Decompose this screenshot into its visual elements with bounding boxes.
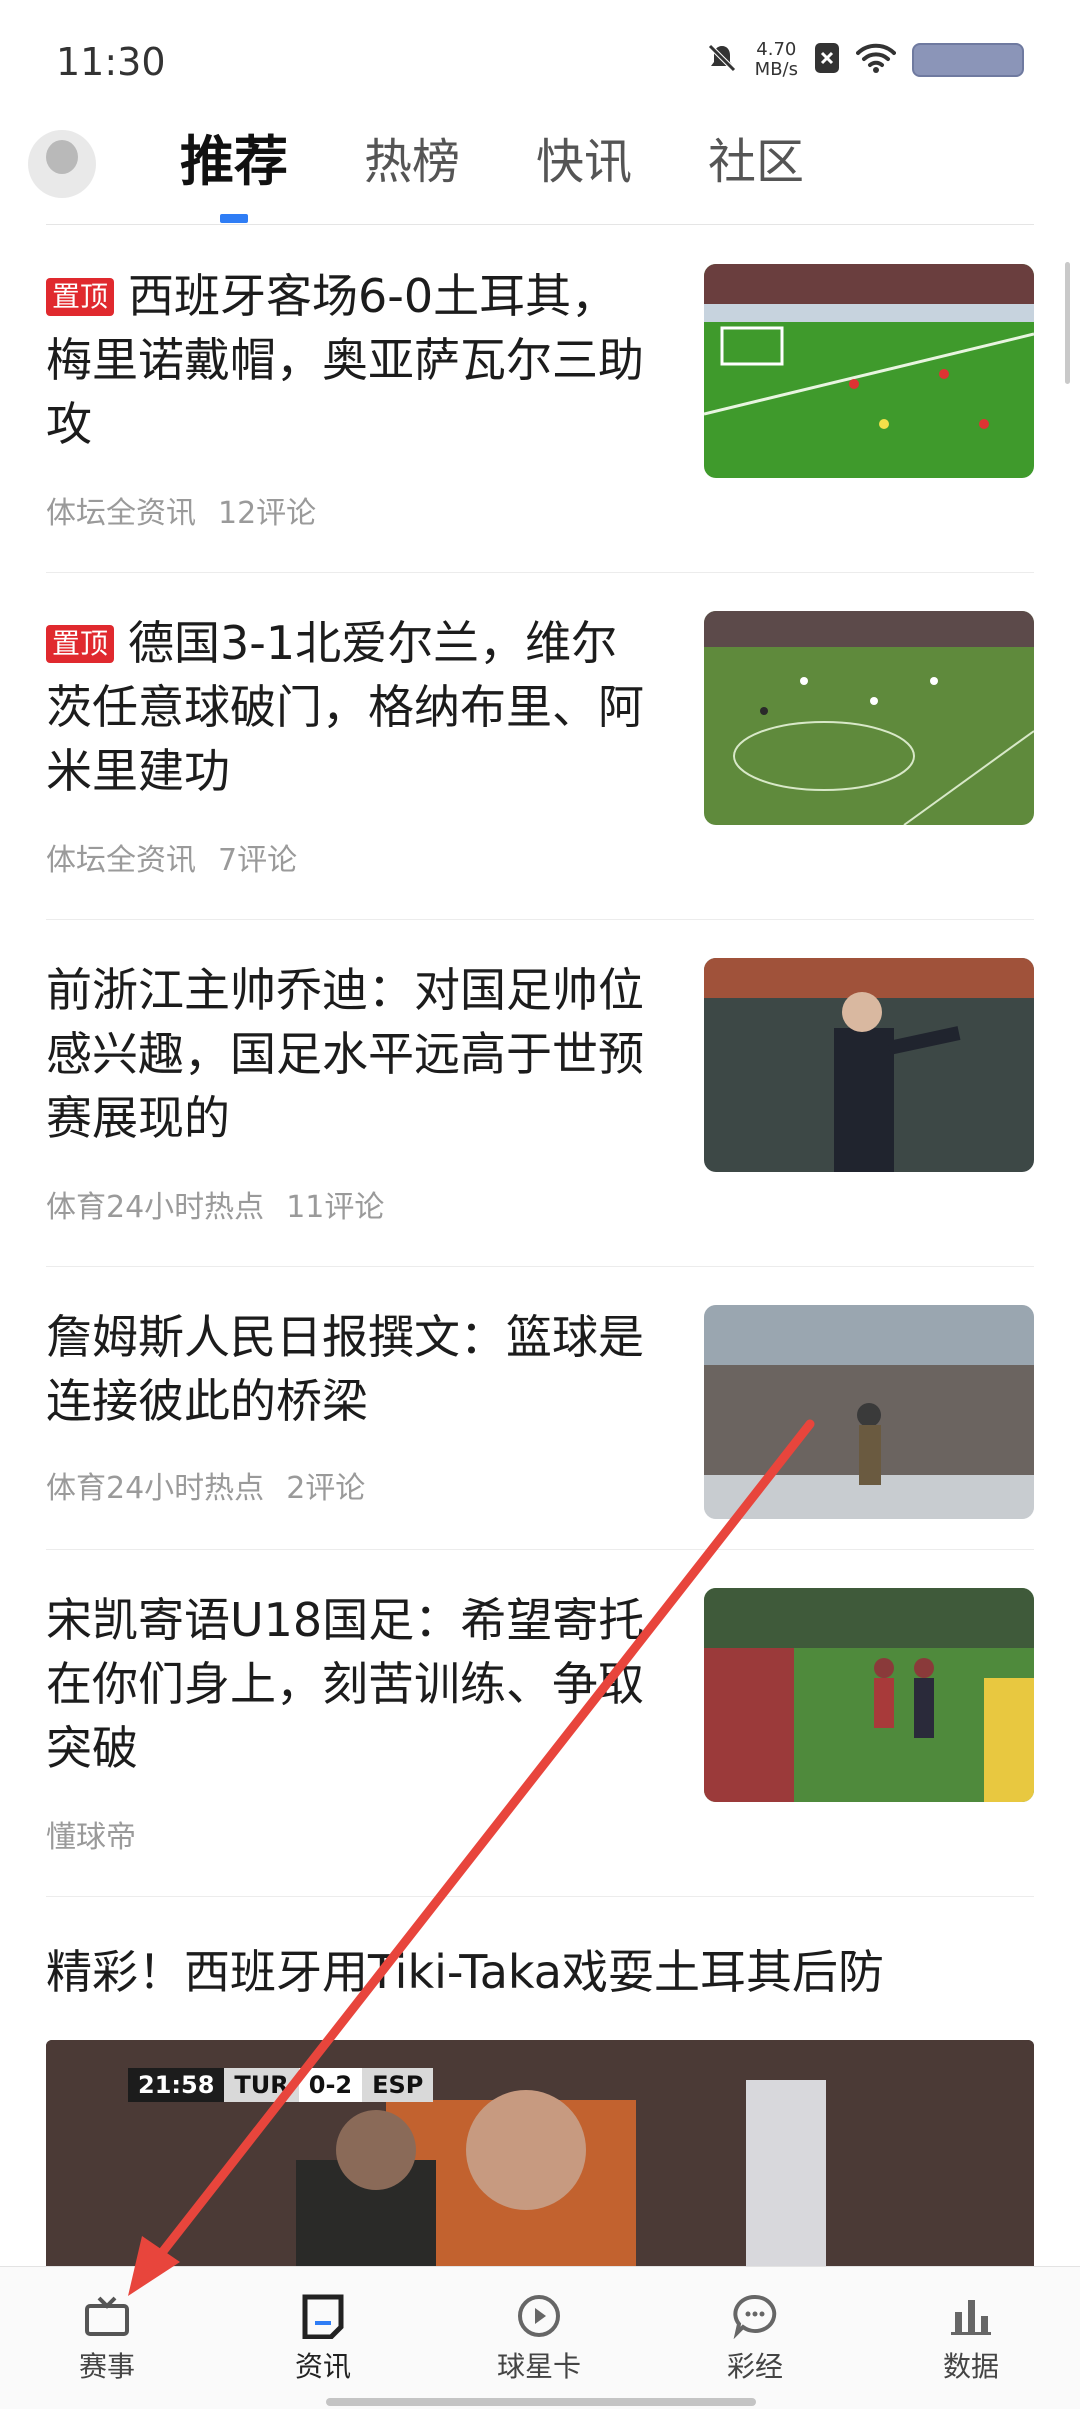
- nav-label: 资讯: [294, 2350, 351, 2383]
- status-time: 11:30: [56, 40, 166, 84]
- play-circle-icon: [474, 2291, 604, 2341]
- news-comments: 2评论: [286, 1471, 366, 1506]
- sim-disabled-icon: [814, 42, 840, 78]
- news-thumbnail: [704, 611, 1034, 825]
- news-comments: 7评论: [218, 843, 298, 878]
- news-title: 宋凯寄语U18国足：希望寄托在你们身上，刻苦训练、争取突破: [46, 1593, 645, 1775]
- nav-item-matches[interactable]: 赛事: [42, 2291, 172, 2385]
- video-player[interactable]: 21:58 TUR 0-2 ESP: [46, 2040, 1034, 2266]
- home-team: TUR: [224, 2068, 299, 2102]
- tv-icon: [42, 2291, 172, 2341]
- battery-icon: [912, 43, 1024, 77]
- nav-item-news[interactable]: 资讯: [258, 2291, 388, 2385]
- news-source: 体育24小时热点: [46, 1190, 265, 1225]
- news-thumbnail: [704, 1588, 1034, 1802]
- news-title: 詹姆斯人民日报撰文：篮球是连接彼此的桥梁: [46, 1310, 644, 1428]
- news-thumbnail: [704, 958, 1034, 1172]
- news-icon: [258, 2291, 388, 2341]
- home-indicator[interactable]: [326, 2398, 756, 2406]
- news-title: 置顶 西班牙客场6-0土耳其，梅里诺戴帽，奥亚萨瓦尔三助攻: [46, 264, 656, 456]
- wifi-icon: [856, 42, 896, 78]
- news-comments: 12评论: [218, 496, 317, 531]
- news-title: 置顶 德国3-1北爱尔兰，维尔茨任意球破门，格纳布里、阿米里建功: [46, 611, 656, 803]
- news-meta: 懂球帝: [46, 1812, 136, 1856]
- news-source: 体坛全资讯: [46, 496, 196, 531]
- nav-item-data[interactable]: 数据: [906, 2291, 1036, 2385]
- net-speed: 4.70 MB/s: [755, 40, 798, 80]
- news-item[interactable]: 宋凯寄语U18国足：希望寄托在你们身上，刻苦训练、争取突破 懂球帝: [46, 1550, 1034, 1897]
- news-feed: 置顶 西班牙客场6-0土耳其，梅里诺戴帽，奥亚萨瓦尔三助攻 体坛全资讯 12评论 置…: [0, 226, 1080, 1897]
- avatar[interactable]: [28, 130, 96, 198]
- nav-label: 球星卡: [496, 2350, 581, 2383]
- pinned-badge: 置顶: [46, 625, 115, 663]
- news-title-text: 西班牙客场6-0土耳其，梅里诺戴帽，奥亚萨瓦尔三助攻: [46, 269, 644, 451]
- match-clock: 21:58: [128, 2068, 225, 2102]
- news-source: 体坛全资讯: [46, 843, 196, 878]
- news-meta: 体育24小时热点 2评论: [46, 1463, 365, 1507]
- news-title: 前浙江主帅乔迪：对国足帅位感兴趣，国足水平远高于世预赛展现的: [46, 963, 644, 1145]
- news-thumbnail: [704, 1305, 1034, 1519]
- top-tabs: 推荐 热榜 快讯 社区: [180, 122, 804, 223]
- news-meta: 体育24小时热点 11评论: [46, 1182, 384, 1226]
- net-speed-unit: MB/s: [754, 59, 798, 80]
- news-source: 懂球帝: [46, 1820, 136, 1855]
- mute-icon: [705, 41, 739, 79]
- video-title[interactable]: 精彩！西班牙用Tiki-Taka戏耍土耳其后防: [46, 1936, 884, 2002]
- nav-label: 赛事: [78, 2350, 135, 2383]
- away-team: ESP: [362, 2068, 434, 2102]
- news-meta: 体坛全资讯 7评论: [46, 835, 297, 879]
- top-header: 推荐 热榜 快讯 社区: [0, 122, 1080, 226]
- tab-community[interactable]: 社区: [708, 122, 804, 202]
- tab-hot-list[interactable]: 热榜: [364, 122, 460, 202]
- pinned-badge: 置顶: [46, 278, 115, 316]
- news-item[interactable]: 詹姆斯人民日报撰文：篮球是连接彼此的桥梁 体育24小时热点 2评论: [46, 1267, 1034, 1550]
- nav-item-star-cards[interactable]: 球星卡: [474, 2291, 604, 2385]
- match-score: 0-2: [298, 2068, 363, 2102]
- tab-flash-news[interactable]: 快讯: [536, 122, 632, 202]
- tab-recommend[interactable]: 推荐: [180, 122, 288, 223]
- nav-item-lottery[interactable]: 彩经: [690, 2291, 820, 2385]
- nav-label: 数据: [942, 2350, 999, 2383]
- chat-bubble-icon: [690, 2291, 820, 2341]
- bar-chart-icon: [906, 2291, 1036, 2341]
- net-speed-value: 4.70: [756, 39, 797, 60]
- nav-label: 彩经: [726, 2350, 783, 2383]
- news-comments: 11评论: [286, 1190, 385, 1225]
- news-item[interactable]: 置顶 德国3-1北爱尔兰，维尔茨任意球破门，格纳布里、阿米里建功 体坛全资讯 7评论: [46, 573, 1034, 920]
- bottom-nav: 赛事 资讯 球星卡 彩经 数据: [0, 2266, 1080, 2409]
- news-source: 体育24小时热点: [46, 1471, 265, 1506]
- news-title-text: 德国3-1北爱尔兰，维尔茨任意球破门，格纳布里、阿米里建功: [46, 616, 644, 798]
- news-thumbnail: [704, 264, 1034, 478]
- header-divider: [46, 224, 1034, 225]
- status-icons: 4.70 MB/s: [705, 40, 1024, 80]
- scoreboard: 21:58 TUR 0-2 ESP: [128, 2068, 434, 2102]
- news-item[interactable]: 置顶 西班牙客场6-0土耳其，梅里诺戴帽，奥亚萨瓦尔三助攻 体坛全资讯 12评论: [46, 226, 1034, 573]
- news-meta: 体坛全资讯 12评论: [46, 488, 316, 532]
- news-item[interactable]: 前浙江主帅乔迪：对国足帅位感兴趣，国足水平远高于世预赛展现的 体育24小时热点 1…: [46, 920, 1034, 1267]
- status-bar: 11:30 4.70 MB/s: [0, 0, 1080, 120]
